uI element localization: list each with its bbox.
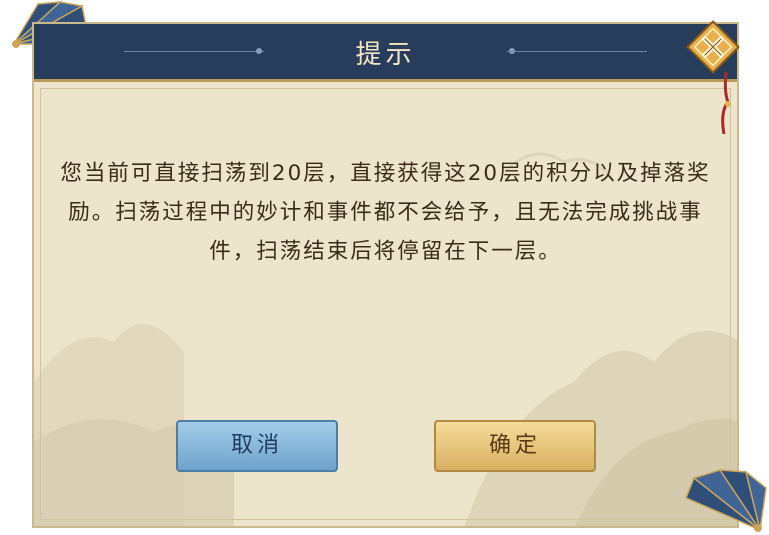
dialog-inner-frame bbox=[40, 88, 731, 520]
cancel-button-label: 取消 bbox=[230, 433, 283, 458]
dialog-message: 您当前可直接扫荡到20层，直接获得这20层的积分以及掉落奖励。扫荡过程中的妙计和… bbox=[60, 161, 711, 264]
dialog-header: 提示 bbox=[34, 24, 737, 82]
header-ornament-right bbox=[507, 51, 647, 52]
sweep-confirm-dialog: 提示 您当前可直接扫荡到20层，直接获得这20层的积分以及掉落奖励。扫荡过程中的… bbox=[32, 22, 739, 528]
bottom-right-fan-icon bbox=[685, 469, 767, 532]
close-tassel-icon bbox=[721, 72, 731, 134]
confirm-button-label: 确定 bbox=[488, 433, 541, 458]
confirm-button[interactable]: 确定 bbox=[434, 420, 596, 472]
close-icon[interactable] bbox=[684, 18, 742, 76]
cancel-button[interactable]: 取消 bbox=[176, 420, 338, 472]
dialog-title: 提示 bbox=[355, 40, 416, 70]
